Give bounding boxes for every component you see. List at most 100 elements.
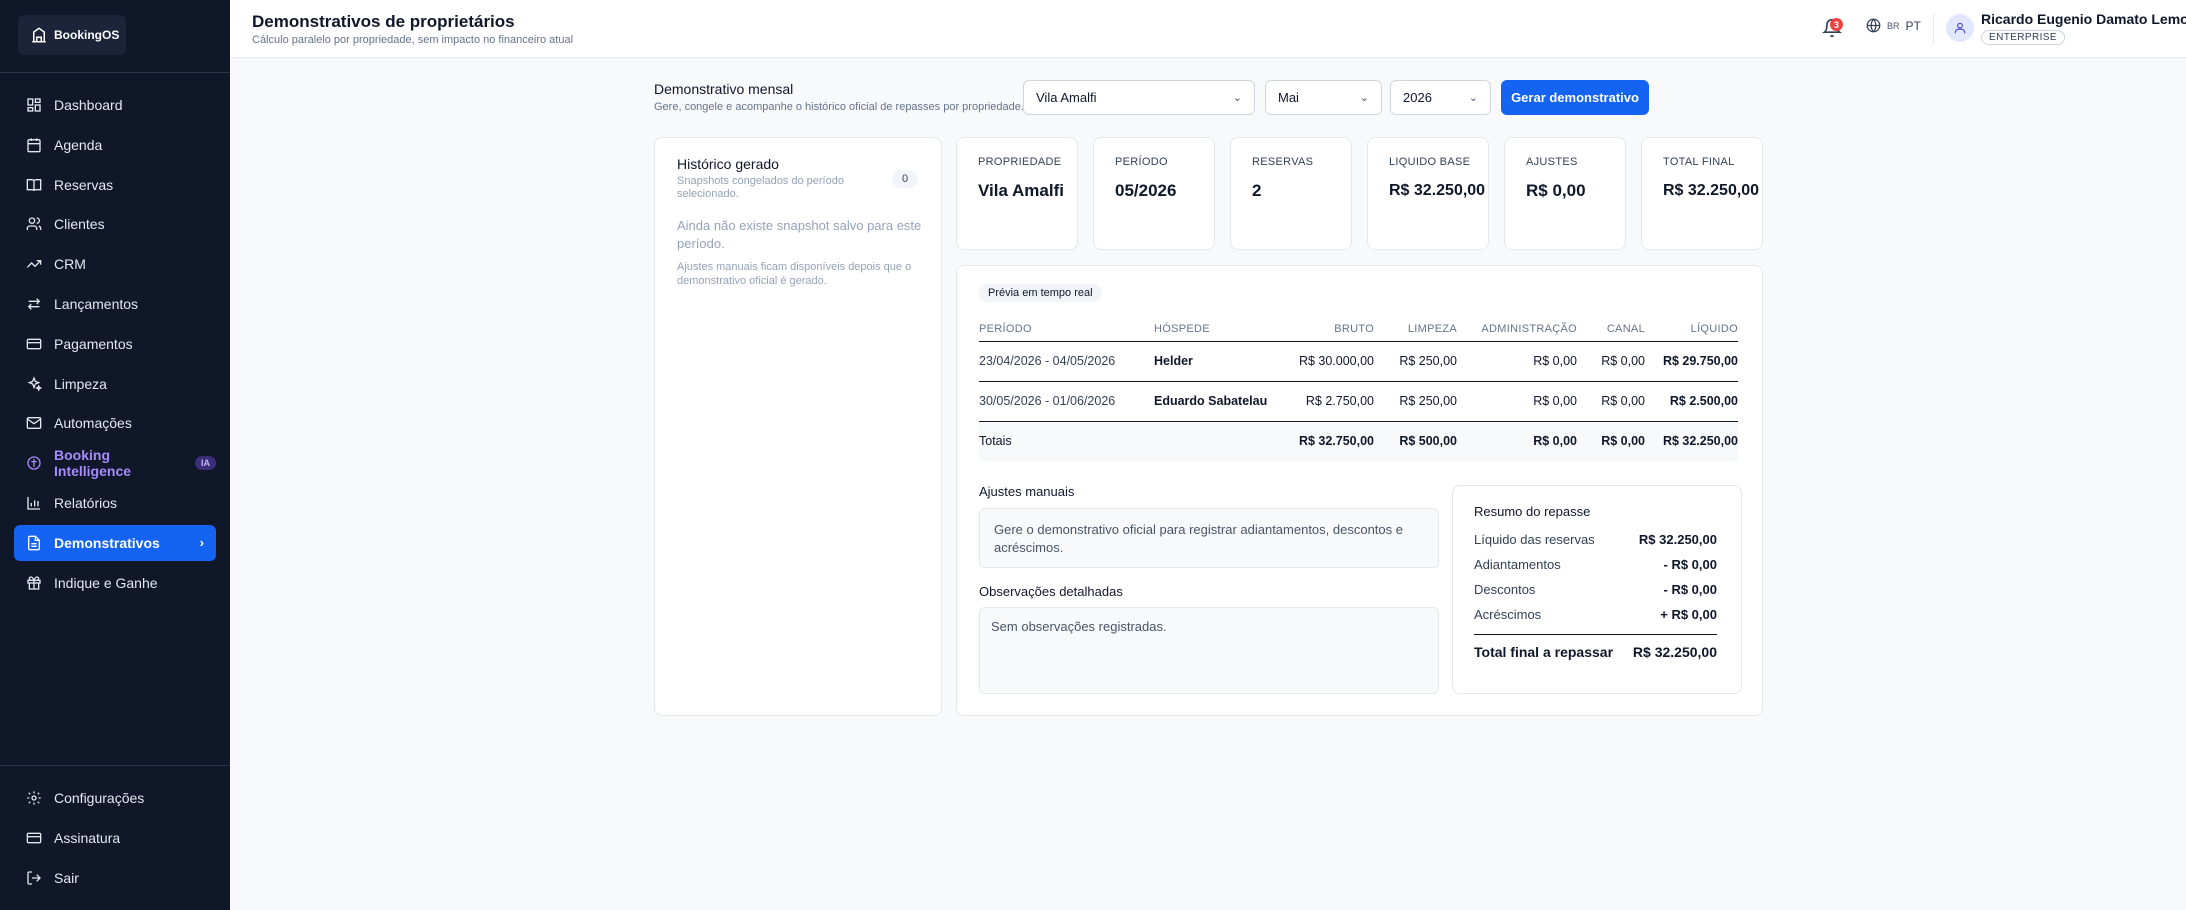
sidebar: BookingOS Dashboard Agenda Reservas Clie… (0, 0, 230, 910)
sidebar-item-label: Sair (54, 870, 79, 886)
year-select-value: 2026 (1403, 90, 1432, 105)
stat-value: 2 (1252, 181, 1262, 200)
observations-title: Observações detalhadas (979, 584, 1123, 599)
notification-badge: 3 (1830, 18, 1843, 31)
sidebar-item-pagamentos[interactable]: Pagamentos (14, 326, 216, 362)
logo[interactable]: BookingOS (18, 15, 126, 55)
sidebar-item-crm[interactable]: CRM (14, 246, 216, 282)
sidebar-item-configuracoes[interactable]: Configurações (14, 780, 216, 816)
sidebar-item-reservas[interactable]: Reservas (14, 167, 216, 203)
sidebar-item-label: Limpeza (54, 375, 107, 392)
stat-card-periodo: PERÍODO 05/2026 (1093, 137, 1215, 250)
summary-row: Líquido das reservas R$ 32.250,00 (1474, 532, 1717, 547)
generate-statement-button[interactable]: Gerar demonstrativo (1501, 80, 1649, 115)
sidebar-item-label: Configurações (54, 790, 145, 806)
cell-cleaning: R$ 250,00 (1374, 341, 1457, 382)
sidebar-item-dashboard[interactable]: Dashboard (14, 87, 216, 123)
column-header: LIMPEZA (1374, 318, 1457, 342)
sidebar-nav: Dashboard Agenda Reservas Clientes CRM L… (14, 87, 216, 604)
sidebar-item-label: Lançamentos (54, 295, 139, 312)
totals-net: R$ 32.250,00 (1645, 421, 1738, 461)
sidebar-item-label: Relatórios (54, 494, 118, 511)
summary-row: Acréscimos + R$ 0,00 (1474, 607, 1717, 622)
totals-admin: R$ 0,00 (1457, 421, 1577, 461)
chevron-down-icon: ⌄ (1232, 92, 1242, 104)
credit-card-icon (26, 832, 42, 844)
history-note: Ajustes manuais ficam disponíveis depois… (677, 261, 912, 287)
page-subtitle: Cálculo paralelo por propriedade, sem im… (252, 34, 574, 46)
sidebar-item-sair[interactable]: Sair (14, 860, 216, 896)
user-name[interactable]: Ricardo Eugenio Damato Lemos (1981, 11, 2186, 27)
sidebar-item-label: Indique e Ganhe (54, 574, 158, 591)
summary-title: Resumo do repasse (1474, 504, 1591, 519)
chevron-down-icon: ⌄ (1359, 92, 1369, 104)
sidebar-item-automacoes[interactable]: Automações (14, 405, 216, 441)
globe-icon (1866, 18, 1881, 33)
sidebar-bottom-nav: Configurações Assinatura Sair (14, 780, 216, 900)
summary-row-value: - R$ 0,00 (1663, 557, 1717, 572)
sidebar-item-assinatura[interactable]: Assinatura (14, 820, 216, 856)
sidebar-divider (0, 765, 230, 766)
sidebar-item-relatorios[interactable]: Relatórios (14, 485, 216, 521)
totals-gross: R$ 32.750,00 (1294, 421, 1374, 461)
sidebar-item-clientes[interactable]: Clientes (14, 206, 216, 242)
totals-channel: R$ 0,00 (1577, 421, 1645, 461)
stat-value: 05/2026 (1115, 181, 1177, 200)
totals-cleaning: R$ 500,00 (1374, 421, 1457, 461)
summary-row-value: R$ 32.250,00 (1638, 532, 1717, 547)
sidebar-item-demonstrativos[interactable]: Demonstrativos › (14, 524, 216, 561)
property-select-value: Vila Amalfi (1036, 90, 1097, 105)
calendar-icon (27, 138, 41, 153)
book-icon (26, 178, 42, 191)
year-select[interactable]: 2026 ⌄ (1390, 80, 1491, 115)
summary-total: Total final a repassar R$ 32.250,00 (1474, 644, 1717, 660)
stat-value: R$ 0,00 (1526, 181, 1586, 200)
cell-admin: R$ 0,00 (1457, 341, 1577, 382)
table-header-row: PERÍODO HÓSPEDE BRUTO LIMPEZA ADMINISTRA… (979, 318, 1738, 342)
totals-row: Totais R$ 32.750,00 R$ 500,00 R$ 0,00 R$… (979, 421, 1738, 461)
language-code: PT (1905, 18, 1921, 33)
sidebar-item-indique-e-ganhe[interactable]: Indique e Ganhe (14, 565, 216, 601)
sidebar-item-lancamentos[interactable]: Lançamentos (14, 286, 216, 322)
totals-label: Totais (979, 421, 1154, 461)
sidebar-item-limpeza[interactable]: Limpeza (14, 366, 216, 402)
summary-row: Descontos - R$ 0,00 (1474, 582, 1717, 597)
stat-value: R$ 32.250,00 (1389, 182, 1486, 199)
sidebar-item-agenda[interactable]: Agenda (14, 127, 216, 163)
stat-value: Vila Amalfi (978, 181, 1064, 200)
column-header: LÍQUIDO (1645, 318, 1738, 342)
observations-textarea[interactable]: Sem observações registradas. (979, 607, 1439, 694)
summary-row-label: Acréscimos (1474, 607, 1542, 622)
cell-channel: R$ 0,00 (1577, 381, 1645, 422)
stat-label: PROPRIEDADE (978, 156, 1062, 168)
realtime-preview-pill: Prévia em tempo real (979, 284, 1102, 302)
column-header: PERÍODO (979, 318, 1154, 342)
column-header: HÓSPEDE (1154, 318, 1294, 342)
bar-chart-icon (27, 496, 40, 510)
building-icon (32, 27, 46, 43)
table-row: 30/05/2026 - 01/06/2026 Eduardo Sabatela… (979, 381, 1738, 422)
avatar[interactable] (1946, 14, 1974, 42)
summary-row-value: + R$ 0,00 (1660, 607, 1717, 622)
monthly-statement-title: Demonstrativo mensal (654, 81, 794, 97)
summary-total-value: R$ 32.250,00 (1632, 644, 1717, 660)
manual-adjustments-title: Ajustes manuais (979, 484, 1075, 499)
stat-card-total-final: TOTAL FINAL R$ 32.250,00 (1641, 137, 1763, 250)
column-header: CANAL (1577, 318, 1645, 342)
cell-guest: Helder (1154, 341, 1294, 382)
month-select[interactable]: Mai ⌄ (1265, 80, 1382, 115)
preview-card: Prévia em tempo real PERÍODO HÓSPEDE BRU… (956, 265, 1763, 716)
summary-row-label: Adiantamentos (1474, 557, 1561, 572)
month-select-value: Mai (1278, 90, 1299, 105)
summary-row-label: Descontos (1474, 582, 1536, 597)
language-selector[interactable]: BR PT (1866, 18, 1921, 33)
header-divider (1933, 14, 1934, 44)
summary-row-value: - R$ 0,00 (1663, 582, 1717, 597)
cell-guest: Eduardo Sabatelau (1154, 381, 1294, 422)
stat-value: R$ 32.250,00 (1663, 182, 1760, 199)
property-select[interactable]: Vila Amalfi ⌄ (1023, 80, 1255, 115)
sidebar-item-booking-intelligence[interactable]: Booking Intelligence IA (14, 445, 216, 481)
cell-period: 23/04/2026 - 04/05/2026 (979, 341, 1154, 382)
column-header: BRUTO (1294, 318, 1374, 342)
sidebar-divider (0, 72, 230, 73)
